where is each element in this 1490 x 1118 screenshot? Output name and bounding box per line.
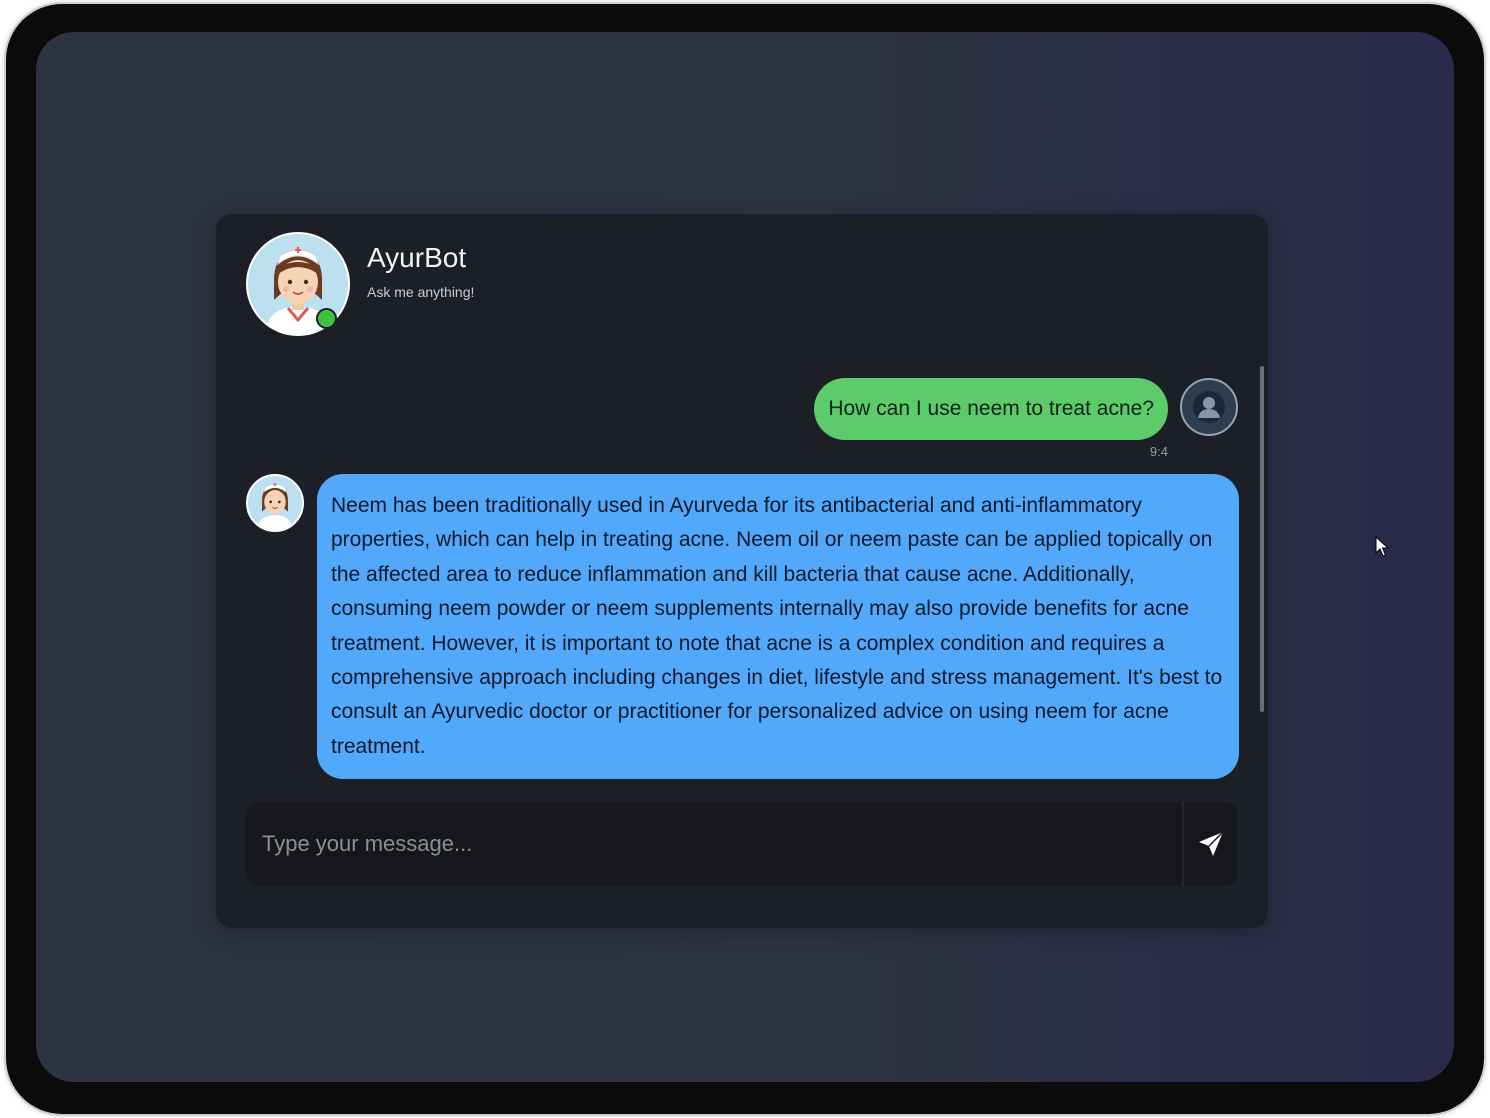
chat-window: AyurBot Ask me anything! How can I use n…: [216, 214, 1268, 928]
message-scrollbar[interactable]: [1260, 366, 1264, 712]
bot-name: AyurBot: [367, 242, 467, 273]
send-icon: [1199, 831, 1224, 856]
bot-tagline: Ask me anything!: [367, 284, 475, 300]
screen: AyurBot Ask me anything! How can I use n…: [36, 32, 1454, 1082]
bot-avatar-icon: [246, 474, 304, 532]
user-message-time: 9:4: [1149, 444, 1168, 459]
mouse-cursor-icon: [1375, 535, 1391, 562]
online-status-dot: [316, 308, 337, 329]
send-button[interactable]: [1184, 802, 1238, 886]
device-frame: AyurBot Ask me anything! How can I use n…: [6, 4, 1484, 1114]
message-input[interactable]: [246, 802, 1182, 886]
message-list[interactable]: How can I use neem to treat acne? 9:4 Ne…: [216, 364, 1268, 784]
message-composer: [246, 802, 1238, 886]
user-message-bubble: How can I use neem to treat acne?: [814, 378, 1168, 440]
bot-message-bubble: Neem has been traditionally used in Ayur…: [317, 474, 1239, 780]
user-avatar-icon: [1180, 378, 1238, 436]
